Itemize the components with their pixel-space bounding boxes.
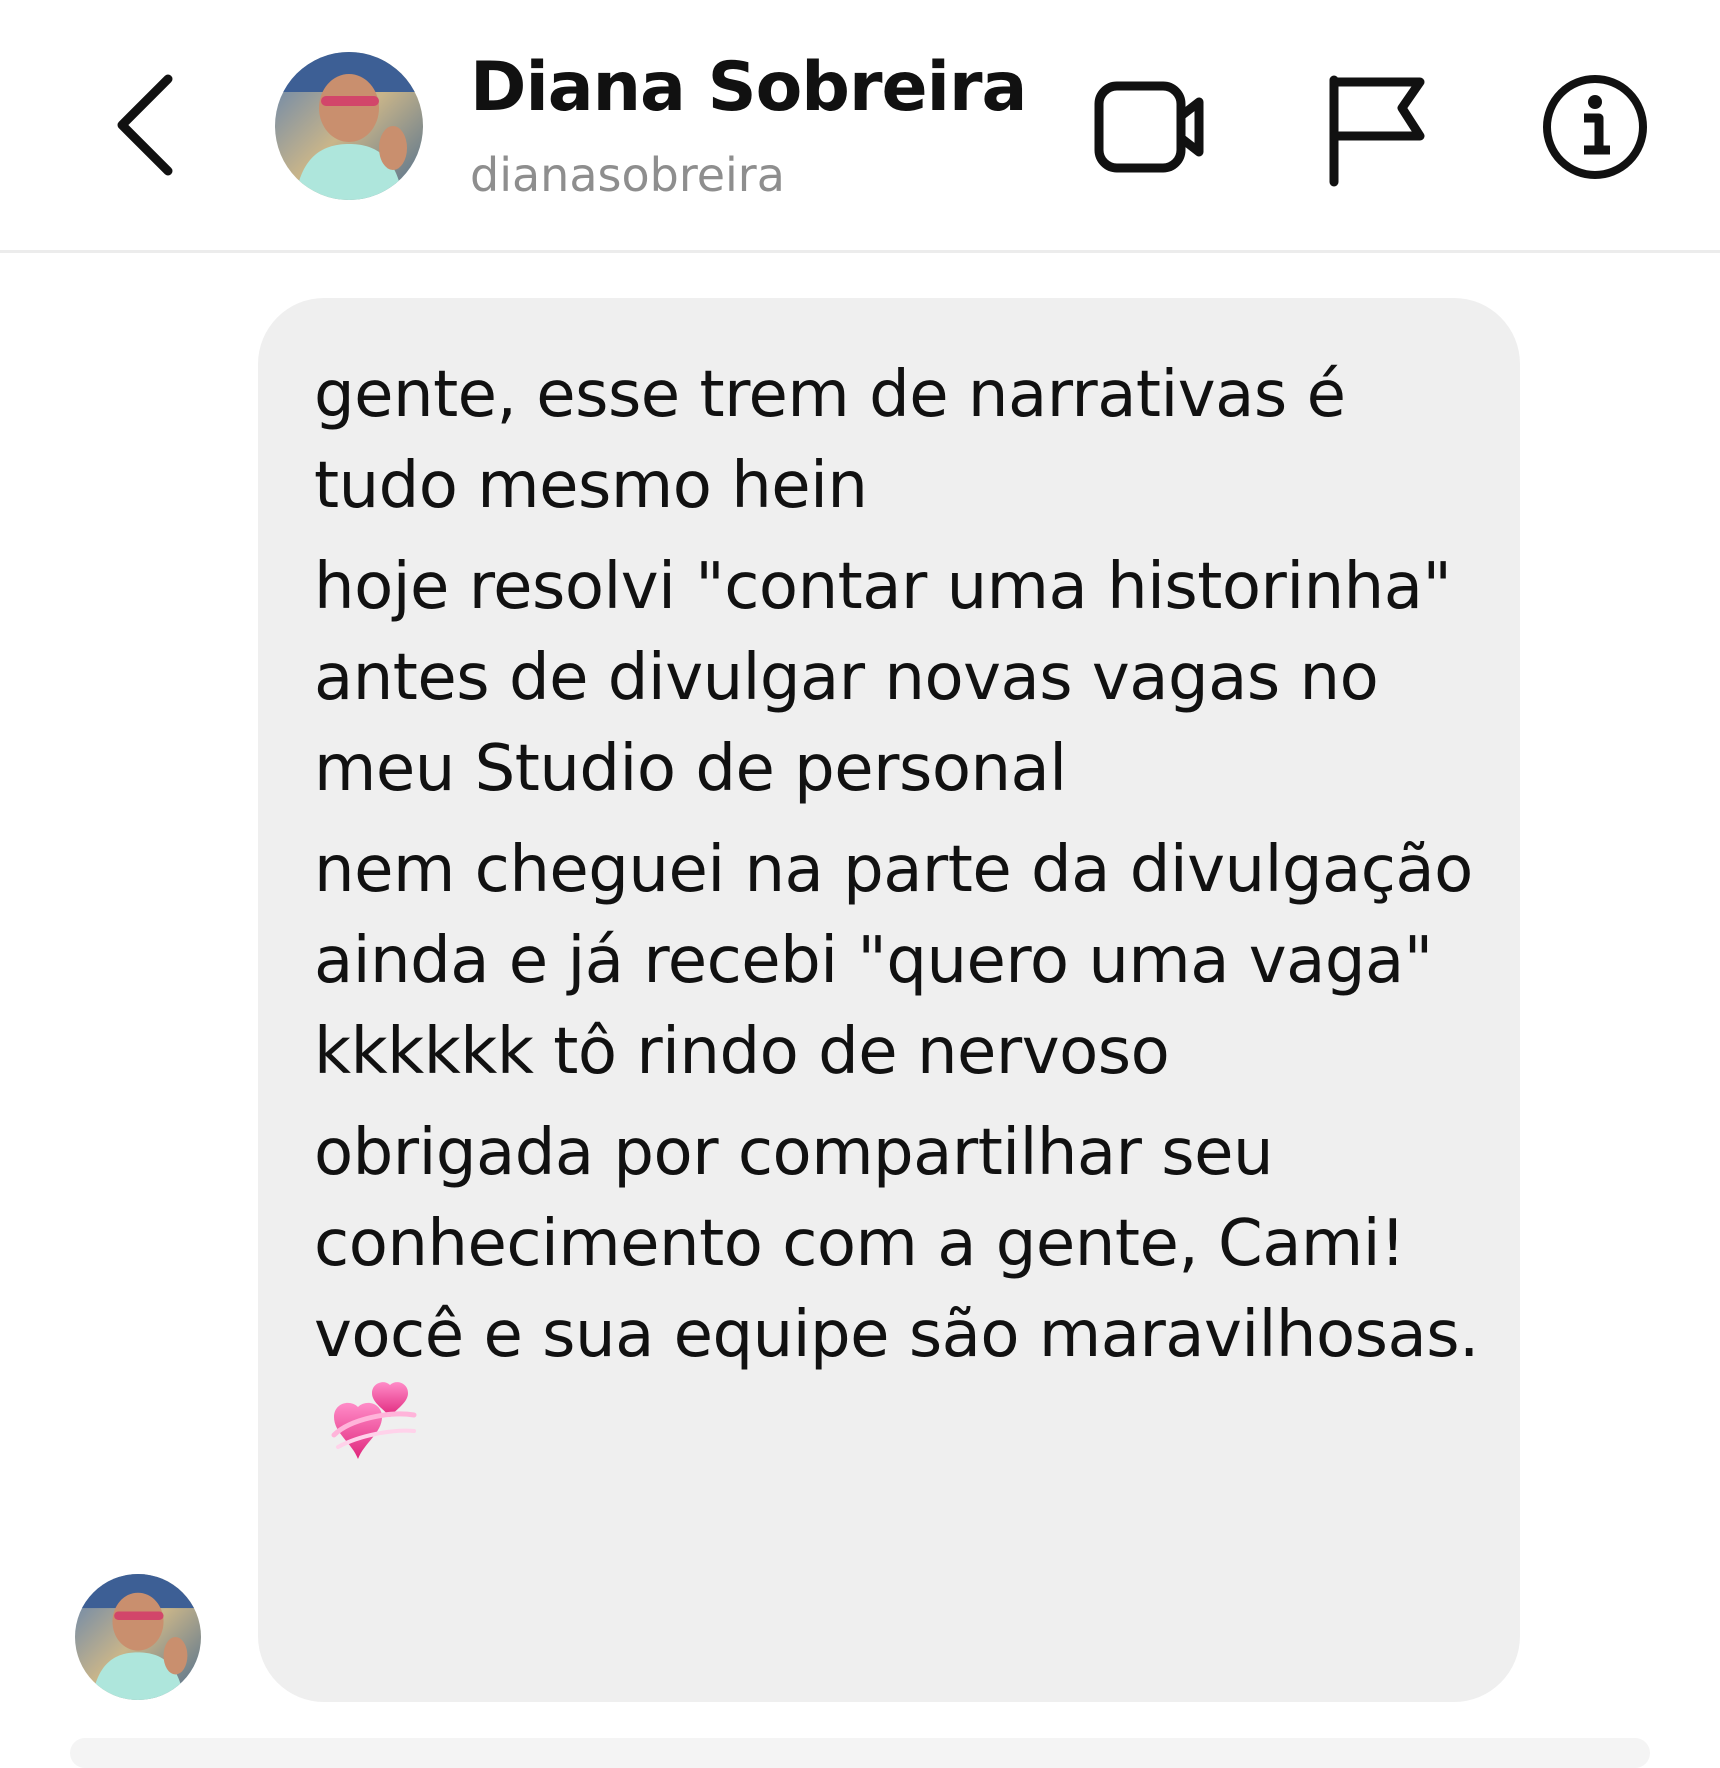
sender-avatar[interactable] — [75, 1574, 201, 1700]
message-paragraph: hoje resolvi "contar uma historinha" ant… — [314, 550, 1452, 806]
message-paragraph: obrigada por compartilhar seu conhecimen… — [314, 1116, 1479, 1372]
video-call-button[interactable] — [1085, 62, 1215, 192]
info-icon — [1543, 75, 1647, 179]
message-bubble[interactable]: gente, esse trem de narrativas é tudo me… — [258, 298, 1520, 1702]
chat-header: Diana Sobreira dianasobreira — [0, 0, 1720, 253]
chevron-left-icon — [117, 74, 173, 176]
avatar-photo — [75, 1574, 201, 1700]
info-button[interactable] — [1530, 62, 1660, 192]
message-paragraph: gente, esse trem de narrativas é tudo me… — [314, 358, 1346, 523]
avatar-photo — [275, 52, 423, 200]
contact-name: Diana Sobreira — [470, 48, 1027, 127]
flag-icon — [1329, 75, 1425, 187]
back-button[interactable] — [100, 65, 190, 185]
message-text: gente, esse trem de narrativas é tudo me… — [314, 350, 1494, 1476]
profile-avatar[interactable] — [275, 52, 423, 200]
composer-edge — [70, 1738, 1650, 1768]
message-paragraph: nem cheguei na parte da divulgação ainda… — [314, 833, 1473, 1089]
message-paragraph-last: obrigada por compartilhar seu conhecimen… — [314, 1108, 1494, 1476]
contact-username: dianasobreira — [470, 148, 785, 202]
two-hearts-icon — [330, 1381, 418, 1465]
report-button[interactable] — [1310, 62, 1440, 192]
video-camera-icon — [1094, 81, 1204, 173]
